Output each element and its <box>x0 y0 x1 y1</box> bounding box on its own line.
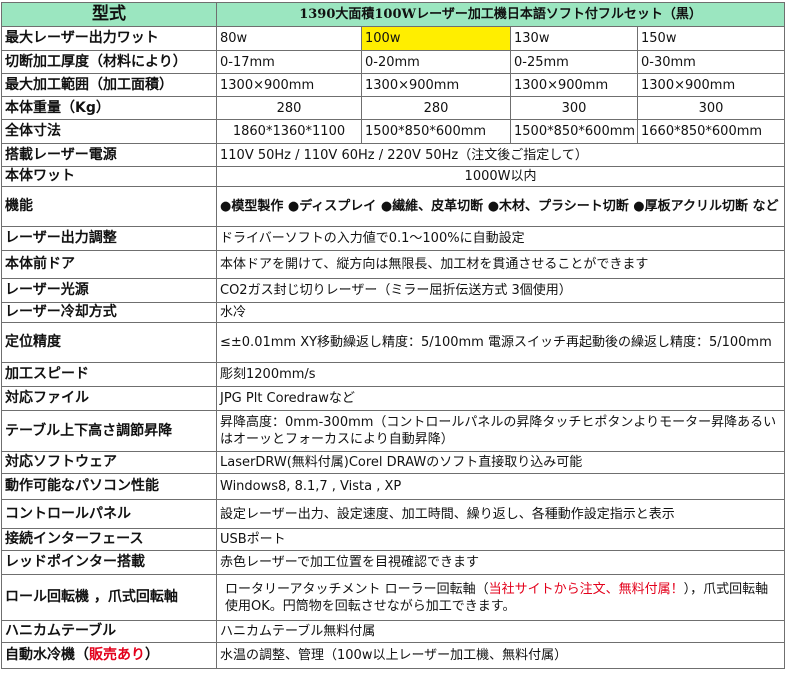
chiller-label-2: ） <box>145 647 159 663</box>
spec-row-size: 全体寸法 1860*1360*1100 1500*850*600mm 1500*… <box>1 119 786 144</box>
chiller-value: 水温の調整、管理（100w以上レーザー加工機、無料付属） <box>215 642 786 669</box>
spec-table: 型式 1390大面積100Wレーザー加工機日本語ソフト付フルセット（黒） 最大レ… <box>1 2 786 669</box>
cooling-value: 水冷 <box>215 302 786 323</box>
spec-row-function: 機能 ●模型製作 ●ディスプレイ ●繊維、皮革切断 ●木材、プラシート切断 ●厚… <box>1 186 786 227</box>
row-label-table-lift: テーブル上下高さ調節昇降 <box>1 410 217 452</box>
power-150w: 150w <box>636 26 786 51</box>
pointer-value: 赤色レーザーで加工位置を目視確認できます <box>215 550 786 575</box>
row-label-pc: 動作可能なパソコン性能 <box>1 473 217 500</box>
honeycomb-value: ハニカムテーブル無料付属 <box>215 620 786 643</box>
weight-value-4: 300 <box>636 96 786 120</box>
spec-row-cooling: レーザー冷却方式 水冷 <box>1 302 786 323</box>
header-row: 型式 1390大面積100Wレーザー加工機日本語ソフト付フルセット（黒） <box>1 2 786 27</box>
model-label: 型式 <box>1 2 217 27</box>
adjust-value: ドライバーソフトの入力値で0.1～100%に自動設定 <box>215 226 786 251</box>
spec-row-software: 対応ソフトウェア LaserDRW(無料付属)Corel DRAWのソフト直接取… <box>1 451 786 474</box>
spec-row-interface: 接続インターフェース USBポート <box>1 528 786 551</box>
speed-value: 彫刻1200mm/s <box>215 362 786 387</box>
spec-row-psu: 搭載レーザー電源 110V 50Hz / 110V 60Hz / 220V 50… <box>1 143 786 167</box>
table-lift-value: 昇降高度：0mm-300mm（コントロールパネルの昇降タッチヒポタンよりモーター… <box>215 410 786 452</box>
source-value: CO2ガス封じ切りレーザー（ミラー屈折伝送方式 3個使用） <box>215 278 786 303</box>
rotary-value: ロータリーアタッチメント ローラー回転軸（当社サイトから注文、無料付属！），爪式… <box>215 574 786 621</box>
power-130w: 130w <box>510 26 638 51</box>
precision-value: ≤±0.01mm XY移動繰返し精度：5/100mm 電源スイッチ再起動後の繰返… <box>215 322 786 363</box>
row-label-rotary: ロール回転機 ，爪式回転軸 <box>1 574 217 621</box>
weight-value-1: 280 <box>216 96 362 120</box>
spec-row-area: 最大加工範囲（加工面積） 1300×900mm 1300×900mm 1300×… <box>1 73 786 97</box>
area-value-2: 1300×900mm <box>361 73 511 97</box>
depth-value-4: 0-30mm <box>636 50 786 74</box>
spec-row-honeycomb: ハニカムテーブル ハニカムテーブル無料付属 <box>1 620 786 643</box>
row-label-watt: 本体ワット <box>1 166 217 187</box>
spec-row-adjust: レーザー出力調整 ドライバーソフトの入力値で0.1～100%に自動設定 <box>1 226 786 251</box>
spec-row-pointer: レッドポインター搭載 赤色レーザーで加工位置を目視確認できます <box>1 550 786 575</box>
row-label-honeycomb: ハニカムテーブル <box>1 620 217 643</box>
row-label-function: 機能 <box>1 186 217 227</box>
power-100w-highlighted: 100w <box>361 26 511 51</box>
spec-row-pc: 動作可能なパソコン性能 Windows8, 8.1,7 , Vista , XP <box>1 473 786 500</box>
row-label-files: 対応ファイル <box>1 386 217 411</box>
chiller-label-1: 自動水冷機（ <box>5 647 89 663</box>
row-label-area: 最大加工範囲（加工面積） <box>1 73 217 97</box>
panel-value: 設定レーザー出力、設定速度、加工時間、繰り返し、各種動作設定指示と表示 <box>215 499 786 529</box>
depth-value-1: 0-17mm <box>216 50 362 74</box>
spec-row-panel: コントロールパネル 設定レーザー出力、設定速度、加工時間、繰り返し、各種動作設定… <box>1 499 786 529</box>
row-label-door: 本体前ドア <box>1 250 217 279</box>
size-value-2: 1500*850*600mm <box>361 119 511 144</box>
product-title: 1390大面積100Wレーザー加工機日本語ソフト付フルセット（黒） <box>215 2 786 27</box>
function-value: ●模型製作 ●ディスプレイ ●繊維、皮革切断 ●木材、プラシート切断 ●厚板アク… <box>215 186 786 227</box>
spec-row-chiller: 自動水冷機（販売あり） 水温の調整、管理（100w以上レーザー加工機、無料付属） <box>1 642 786 669</box>
row-label-size: 全体寸法 <box>1 119 217 144</box>
files-value: JPG Plt Coredrawなど <box>215 386 786 411</box>
area-value-3: 1300×900mm <box>510 73 638 97</box>
row-label-adjust: レーザー出力調整 <box>1 226 217 251</box>
row-label-source: レーザー光源 <box>1 278 217 303</box>
depth-value-2: 0-20mm <box>361 50 511 74</box>
spec-row-power: 最大レーザー出力ワット 80w 100w 130w 150w <box>1 26 786 51</box>
spec-row-source: レーザー光源 CO2ガス封じ切りレーザー（ミラー屈折伝送方式 3個使用） <box>1 278 786 303</box>
rotary-text-1: ロータリーアタッチメント ローラー回転軸（ <box>225 581 489 597</box>
row-label-panel: コントロールパネル <box>1 499 217 529</box>
rotary-free-note: 当社サイトから注文、無料付属！ <box>488 581 684 597</box>
spec-row-precision: 定位精度 ≤±0.01mm XY移動繰返し精度：5/100mm 電源スイッチ再起… <box>1 322 786 363</box>
row-label-interface: 接続インターフェース <box>1 528 217 551</box>
row-label-psu: 搭載レーザー電源 <box>1 143 217 167</box>
row-label-depth: 切断加工厚度（材料により） <box>1 50 217 74</box>
size-value-1: 1860*1360*1100 <box>216 119 362 144</box>
row-label-weight: 本体重量（Kg） <box>1 96 217 120</box>
row-label-precision: 定位精度 <box>1 322 217 363</box>
spec-row-rotary: ロール回転機 ，爪式回転軸 ロータリーアタッチメント ローラー回転軸（当社サイト… <box>1 574 786 621</box>
spec-row-watt: 本体ワット 1000W以内 <box>1 166 786 187</box>
pc-value: Windows8, 8.1,7 , Vista , XP <box>215 473 786 500</box>
size-value-4: 1660*850*600mm <box>636 119 786 144</box>
row-label-chiller: 自動水冷機（販売あり） <box>1 642 217 669</box>
spec-row-table-lift: テーブル上下高さ調節昇降 昇降高度：0mm-300mm（コントロールパネルの昇降… <box>1 410 786 452</box>
psu-value: 110V 50Hz / 110V 60Hz / 220V 50Hz（注文後ご指定… <box>215 143 786 167</box>
interface-value: USBポート <box>215 528 786 551</box>
spec-row-files: 対応ファイル JPG Plt Coredrawなど <box>1 386 786 411</box>
row-label-power: 最大レーザー出力ワット <box>1 26 217 51</box>
weight-value-3: 300 <box>510 96 638 120</box>
watt-value: 1000W以内 <box>215 166 786 187</box>
chiller-for-sale-note: 販売あり <box>89 647 145 663</box>
row-label-pointer: レッドポインター搭載 <box>1 550 217 575</box>
spec-row-speed: 加工スピード 彫刻1200mm/s <box>1 362 786 387</box>
row-label-software: 対応ソフトウェア <box>1 451 217 474</box>
power-80w: 80w <box>216 26 362 51</box>
weight-value-2: 280 <box>361 96 511 120</box>
row-label-cooling: レーザー冷却方式 <box>1 302 217 323</box>
spec-row-weight: 本体重量（Kg） 280 280 300 300 <box>1 96 786 120</box>
depth-value-3: 0-25mm <box>510 50 638 74</box>
door-value: 本体ドアを開けて、縦方向は無限長、加工材を貫通させることができます <box>215 250 786 279</box>
row-label-speed: 加工スピード <box>1 362 217 387</box>
software-value: LaserDRW(無料付属)Corel DRAWのソフト直接取り込み可能 <box>215 451 786 474</box>
area-value-4: 1300×900mm <box>636 73 786 97</box>
spec-row-depth: 切断加工厚度（材料により） 0-17mm 0-20mm 0-25mm 0-30m… <box>1 50 786 74</box>
size-value-3: 1500*850*600mm <box>510 119 638 144</box>
spec-row-door: 本体前ドア 本体ドアを開けて、縦方向は無限長、加工材を貫通させることができます <box>1 250 786 279</box>
area-value-1: 1300×900mm <box>216 73 362 97</box>
